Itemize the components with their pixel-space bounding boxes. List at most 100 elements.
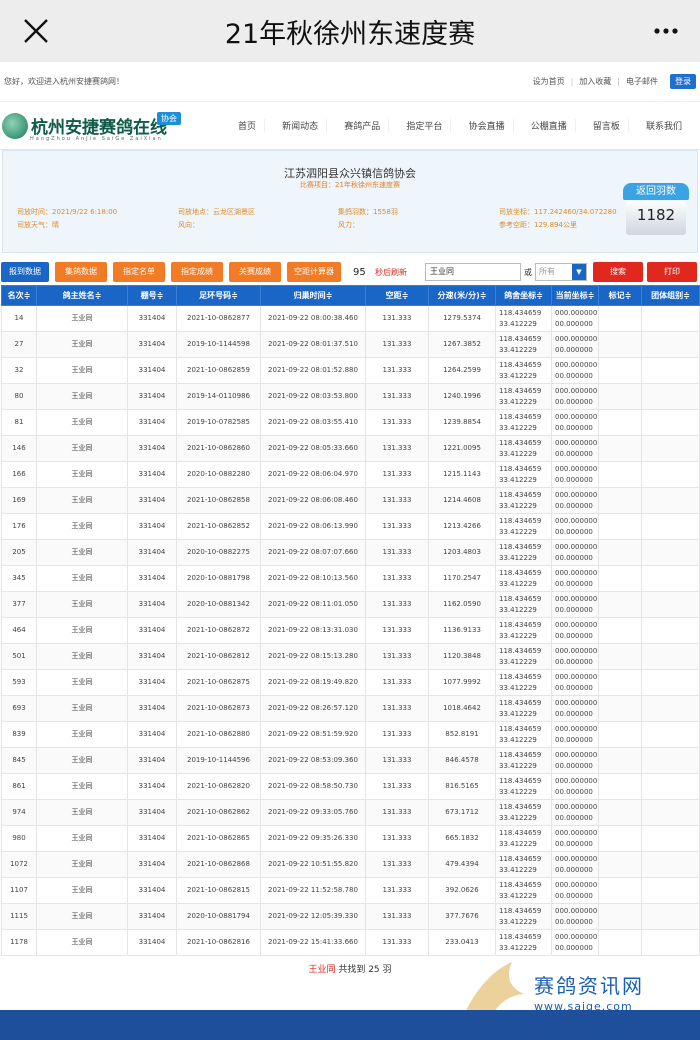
table-row: 1178 王业同 331404 2021-10-0862816 2021-09-22 1… <box>1 929 700 956</box>
designated-results-button[interactable]: 指定成绩 <box>171 262 223 282</box>
cell-speed: 1267.3852 <box>428 331 496 358</box>
coord-lat: 33.412229 <box>499 605 537 614</box>
col-rank[interactable]: 名次≑ <box>1 285 37 306</box>
table-row: 345 王业同 331404 2020-10-0881798 2021-09-22 08… <box>1 565 700 592</box>
cell-owner: 王业同 <box>36 305 128 332</box>
add-favorite-link[interactable]: 加入收藏 <box>579 76 611 87</box>
cell-current-coord: 000.000000 00.000000 <box>551 617 599 644</box>
refresh-label: 秒后刷新 <box>375 267 407 277</box>
bottom-bar <box>0 1010 700 1040</box>
nav-loft-live[interactable]: 公棚直播 <box>523 119 576 132</box>
site-logo[interactable]: 杭州安捷赛鸽在线 协会 HangZhou AnJie SaiGe ZaiXian <box>0 102 230 150</box>
cell-owner: 王业同 <box>36 565 128 592</box>
more-icon[interactable] <box>654 28 678 34</box>
login-button[interactable]: 登录 <box>670 74 696 89</box>
nav-platform[interactable]: 指定平台 <box>398 119 452 132</box>
coord-lng: 000.000000 <box>555 906 598 915</box>
or-label: 或 <box>524 267 532 277</box>
distance-calculator-button[interactable]: 空距计算器 <box>287 262 341 282</box>
cell-ring: 2021-10-0862865 <box>176 825 261 852</box>
cell-rank: 839 <box>1 721 37 748</box>
cell-speed: 1136.9133 <box>428 617 496 644</box>
table-row: 464 王业同 331404 2021-10-0862872 2021-09-22 08… <box>1 617 700 644</box>
cell-mark <box>598 539 642 566</box>
nav-guestbook[interactable]: 留言板 <box>585 119 629 132</box>
col-current-coord[interactable]: 当前坐标≑ <box>551 285 599 306</box>
collection-data-button[interactable]: 集鸽数据 <box>55 262 107 282</box>
email-link[interactable]: 电子邮件 <box>626 76 658 87</box>
cell-loft: 331404 <box>127 825 177 852</box>
cell-loft: 331404 <box>127 721 177 748</box>
greeting-text: 您好，欢迎进入杭州安捷赛鸽网！ <box>4 77 124 86</box>
coord-lng: 118.434659 <box>499 594 542 603</box>
logo-badge: 协会 <box>157 111 181 125</box>
col-mark[interactable]: 标记≑ <box>598 285 642 306</box>
col-loft[interactable]: 棚号≑ <box>127 285 177 306</box>
nav-association-live[interactable]: 协会直播 <box>461 119 514 132</box>
cell-current-coord: 000.000000 00.000000 <box>551 669 599 696</box>
cell-loft: 331404 <box>127 903 177 930</box>
coord-lng: 118.434659 <box>499 750 542 759</box>
nav-products[interactable]: 赛鸽产品 <box>336 119 390 132</box>
final-results-button[interactable]: 关赛成绩 <box>229 262 281 282</box>
close-icon[interactable] <box>20 15 52 47</box>
organizer-name: 江苏泗阳县众兴镇信鸽协会 <box>284 167 416 180</box>
search-button[interactable]: 搜索 <box>593 262 643 282</box>
col-group[interactable]: 团体组别≑ <box>641 285 700 306</box>
col-speed[interactable]: 分速(米/分)≑ <box>428 285 496 306</box>
table-row: 27 王业同 331404 2019-10-1144598 2021-09-22 08:… <box>1 331 700 358</box>
cell-mark <box>598 695 642 722</box>
cell-mark <box>598 877 642 904</box>
site-header: 杭州安捷赛鸽在线 协会 HangZhou AnJie SaiGe ZaiXian… <box>0 102 700 150</box>
cell-arrival: 2021-09-22 08:06:08.460 <box>260 487 366 514</box>
cell-arrival: 2021-09-22 08:58:50.730 <box>260 773 366 800</box>
coord-lat: 33.412229 <box>499 683 537 692</box>
col-distance[interactable]: 空距≑ <box>365 285 429 306</box>
cell-loft: 331404 <box>127 747 177 774</box>
table-row: 81 王业同 331404 2019-10-0782585 2021-09-22 08:… <box>1 409 700 436</box>
coord-lat: 00.000000 <box>555 709 593 718</box>
cell-rank: 1072 <box>1 851 37 878</box>
cell-owner: 王业同 <box>36 461 128 488</box>
col-owner[interactable]: 鸽主姓名≑ <box>36 285 128 306</box>
coord-lat: 33.412229 <box>499 761 537 770</box>
coord-lng: 000.000000 <box>555 490 598 499</box>
cell-loft-coord: 118.434659 33.412229 <box>495 539 552 566</box>
cell-mark <box>598 383 642 410</box>
cell-mark <box>598 851 642 878</box>
cell-rank: 27 <box>1 331 37 358</box>
coord-lat: 33.412229 <box>499 891 537 900</box>
col-arrival[interactable]: 归巢时间≑ <box>260 285 366 306</box>
cell-ring: 2020-10-0881342 <box>176 591 261 618</box>
cell-speed: 1240.1996 <box>428 383 496 410</box>
cell-ring: 2021-10-0862868 <box>176 851 261 878</box>
cell-loft: 331404 <box>127 695 177 722</box>
cell-rank: 464 <box>1 617 37 644</box>
cell-speed: 1162.0590 <box>428 591 496 618</box>
cell-distance: 131.333 <box>365 331 429 358</box>
report-data-button[interactable]: 报到数据 <box>1 262 49 282</box>
cell-mark <box>598 617 642 644</box>
cell-rank: 1178 <box>1 929 37 956</box>
col-loft-coord[interactable]: 鸽舍坐标≑ <box>495 285 552 306</box>
col-ring[interactable]: 足环号码≑ <box>176 285 261 306</box>
filter-select[interactable]: 所有 ▼ <box>535 263 587 281</box>
cell-arrival: 2021-09-22 08:19:49.820 <box>260 669 366 696</box>
nav-news[interactable]: 新闻动态 <box>274 119 328 132</box>
nav-home[interactable]: 首页 <box>230 119 266 132</box>
cell-loft: 331404 <box>127 929 177 956</box>
cell-arrival: 2021-09-22 15:41:33.660 <box>260 929 366 956</box>
search-input[interactable]: 王业同 <box>425 263 521 281</box>
cell-group <box>641 539 700 566</box>
table-row: 32 王业同 331404 2021-10-0862859 2021-09-22 08:… <box>1 357 700 384</box>
print-button[interactable]: 打印 <box>647 262 697 282</box>
cell-current-coord: 000.000000 00.000000 <box>551 877 599 904</box>
nav-contact[interactable]: 联系我们 <box>638 119 690 132</box>
set-homepage-link[interactable]: 设为首页 <box>533 76 565 87</box>
cell-loft: 331404 <box>127 643 177 670</box>
cell-loft-coord: 118.434659 33.412229 <box>495 461 552 488</box>
designated-list-button[interactable]: 指定名单 <box>113 262 165 282</box>
coord-lng: 000.000000 <box>555 828 598 837</box>
cell-current-coord: 000.000000 00.000000 <box>551 539 599 566</box>
chevron-down-icon[interactable]: ▼ <box>572 264 586 280</box>
